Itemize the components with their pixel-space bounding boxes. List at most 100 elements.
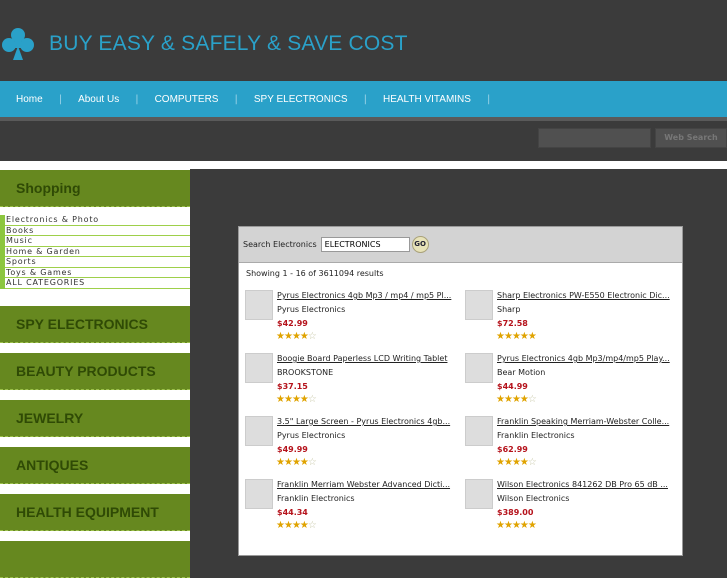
star-icon: ★ <box>283 331 293 342</box>
star-icon: ★ <box>496 520 505 531</box>
star-empty-icon: ☆ <box>307 331 317 342</box>
star-empty-icon: ☆ <box>307 394 317 405</box>
product-thumbnail[interactable] <box>465 479 493 509</box>
star-icon: ★ <box>276 331 285 342</box>
product-item: Boogie Board Paperless LCD Writing Table… <box>245 353 455 416</box>
product-name[interactable]: Franklin Merriam Webster Advanced Dicti.… <box>277 480 450 489</box>
product-thumbnail[interactable] <box>245 290 273 320</box>
sidebar-beauty-products[interactable]: BEAUTY PRODUCTS <box>0 353 190 390</box>
header: BUY EASY & SAFELY & SAVE COST <box>0 0 727 81</box>
site-title[interactable]: BUY EASY & SAFELY & SAVE COST <box>49 32 408 56</box>
star-icon: ★ <box>276 394 285 405</box>
sidebar-health-equipment[interactable]: HEALTH EQUIPMENT <box>0 494 190 531</box>
star-icon: ★ <box>519 457 529 468</box>
search-input[interactable] <box>320 237 410 252</box>
product-brand: Franklin Electronics <box>497 431 575 440</box>
product-brand: Wilson Electronics <box>497 494 570 503</box>
star-icon: ★ <box>291 394 301 405</box>
star-icon: ★ <box>496 331 505 342</box>
product-price: $44.99 <box>497 382 528 391</box>
product-thumbnail[interactable] <box>465 290 493 320</box>
star-icon: ★ <box>299 457 309 468</box>
nav-health-vitamins[interactable]: HEALTH VITAMINS <box>383 94 487 105</box>
star-icon: ★ <box>511 394 521 405</box>
product-price: $37.15 <box>277 382 308 391</box>
star-icon: ★ <box>519 520 529 531</box>
sidebar-more[interactable] <box>0 541 190 578</box>
divider <box>0 161 727 169</box>
search-results-panel: Search Electronics GO Showing 1 - 16 of … <box>238 226 683 556</box>
product-thumbnail[interactable] <box>245 353 273 383</box>
product-name[interactable]: Wilson Electronics 841262 DB Pro 65 dB .… <box>497 480 668 489</box>
results-count: Showing 1 - 16 of 3611094 results <box>246 269 384 278</box>
product-thumbnail[interactable] <box>245 416 273 446</box>
star-icon: ★ <box>299 331 309 342</box>
search-label: Search Electronics <box>243 240 317 249</box>
star-icon: ★ <box>503 394 513 405</box>
nav-home[interactable]: Home <box>16 94 59 105</box>
product-name[interactable]: Sharp Electronics PW-E550 Electronic Dic… <box>497 291 670 300</box>
star-icon: ★ <box>496 394 505 405</box>
product-price: $62.99 <box>497 445 528 454</box>
product-thumbnail[interactable] <box>465 353 493 383</box>
club-icon[interactable] <box>0 26 36 62</box>
star-empty-icon: ☆ <box>307 457 317 468</box>
product-thumbnail[interactable] <box>245 479 273 509</box>
star-icon: ★ <box>519 394 529 405</box>
star-icon: ★ <box>527 520 537 531</box>
product-brand: Franklin Electronics <box>277 494 355 503</box>
web-search-input[interactable] <box>538 128 651 148</box>
product-rating: ★★★★☆ <box>276 520 317 531</box>
star-icon: ★ <box>503 331 513 342</box>
category-home-garden[interactable]: Home & Garden <box>5 247 190 257</box>
nav-about-us[interactable]: About Us <box>78 94 135 105</box>
product-name[interactable]: Pyrus Electronics 4gb Mp3/mp4/mp5 Play..… <box>497 354 670 363</box>
nav-spy-electronics[interactable]: SPY ELECTRONICS <box>254 94 364 105</box>
product-name[interactable]: Boogie Board Paperless LCD Writing Table… <box>277 354 447 363</box>
product-name[interactable]: 3.5" Large Screen - Pyrus Electronics 4g… <box>277 417 450 426</box>
category-electronics-photo[interactable]: Electronics & Photo <box>5 215 190 226</box>
search-bar: Search Electronics GO <box>239 227 682 263</box>
product-rating: ★★★★★ <box>496 331 537 342</box>
star-icon: ★ <box>283 520 293 531</box>
nav-computers[interactable]: COMPUTERS <box>155 94 235 105</box>
product-thumbnail[interactable] <box>465 416 493 446</box>
shopping-heading: Shopping <box>0 170 190 207</box>
product-name[interactable]: Franklin Speaking Merriam-Webster Colle.… <box>497 417 669 426</box>
product-item: 3.5" Large Screen - Pyrus Electronics 4g… <box>245 416 455 479</box>
category-books[interactable]: Books <box>5 226 190 236</box>
category-all[interactable]: ALL CATEGORIES <box>5 278 190 289</box>
product-price: $42.99 <box>277 319 308 328</box>
nav-separator: | <box>486 93 491 105</box>
sidebar-spy-electronics[interactable]: SPY ELECTRONICS <box>0 306 190 343</box>
product-rating: ★★★★☆ <box>496 457 537 468</box>
nav-separator: | <box>234 93 238 105</box>
main-nav: Home | About Us | COMPUTERS | SPY ELECTRONI… <box>0 81 727 117</box>
product-item: Sharp Electronics PW-E550 Electronic Dic… <box>465 290 675 353</box>
web-search-button[interactable]: Web Search <box>655 128 727 148</box>
category-toys-games[interactable]: Toys & Games <box>5 268 190 278</box>
go-button[interactable]: GO <box>411 236 429 253</box>
product-price: $389.00 <box>497 508 534 517</box>
category-sports[interactable]: Sports <box>5 257 190 268</box>
product-brand: BROOKSTONE <box>277 368 334 377</box>
product-rating: ★★★★☆ <box>496 394 537 405</box>
star-icon: ★ <box>503 457 513 468</box>
star-icon: ★ <box>503 520 513 531</box>
star-icon: ★ <box>291 520 301 531</box>
nav-separator: | <box>135 93 139 105</box>
product-rating: ★★★★☆ <box>276 394 317 405</box>
star-icon: ★ <box>276 457 285 468</box>
star-icon: ★ <box>299 394 309 405</box>
product-item: Wilson Electronics 841262 DB Pro 65 dB .… <box>465 479 675 542</box>
product-rating: ★★★★☆ <box>276 331 317 342</box>
sidebar-jewelry[interactable]: JEWELRY <box>0 400 190 437</box>
star-icon: ★ <box>291 457 301 468</box>
category-music[interactable]: Music <box>5 236 190 247</box>
product-price: $72.58 <box>497 319 528 328</box>
product-brand: Bear Motion <box>497 368 546 377</box>
product-item: Franklin Speaking Merriam-Webster Colle.… <box>465 416 675 479</box>
sidebar-antiques[interactable]: ANTIQUES <box>0 447 190 484</box>
product-name[interactable]: Pyrus Electronics 4gb Mp3 / mp4 / mp5 Pl… <box>277 291 451 300</box>
star-empty-icon: ☆ <box>527 457 537 468</box>
